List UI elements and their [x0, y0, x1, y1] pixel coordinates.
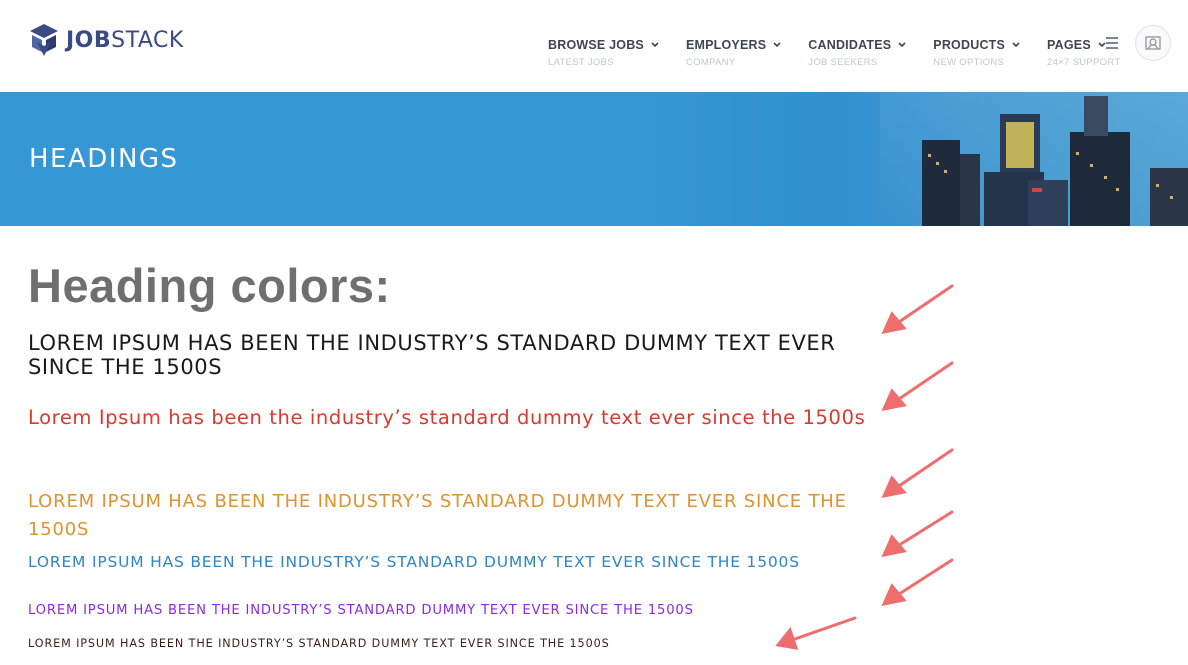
avatar[interactable]	[1135, 25, 1171, 61]
main-content: Heading colors:	[28, 262, 888, 309]
nav-label: BROWSE JOBS	[548, 38, 644, 52]
heading-sample-1: LOREM IPSUM HAS BEEN THE INDUSTRY’S STAN…	[28, 331, 836, 379]
nav-employers[interactable]: EMPLOYERS COMPANY	[686, 38, 782, 68]
nav-label: EMPLOYERS	[685, 38, 767, 52]
nav-products[interactable]: PRODUCTS NEW OPTIONS	[933, 38, 1021, 68]
nav-candidates[interactable]: CANDIDATES JOB SEEKERS	[808, 38, 907, 68]
nav-sublabel: 24×7 SUPPORT	[1047, 57, 1121, 68]
nav-sublabel: LATEST JOBS	[548, 57, 614, 68]
heading-sample-5: LOREM IPSUM HAS BEEN THE INDUSTRY’S STAN…	[28, 603, 694, 618]
nav-label: PAGES	[1047, 38, 1091, 52]
nav-sublabel: COMPANY	[685, 57, 736, 68]
nav-sublabel: NEW OPTIONS	[933, 57, 1005, 68]
chevron-down-icon	[898, 42, 906, 48]
heading-sample-2: Lorem Ipsum has been the industry’s stan…	[28, 406, 866, 429]
logo-text: JOBSTACK	[66, 27, 184, 53]
nav-label: PRODUCTS	[933, 38, 1006, 52]
nav-sublabel: JOB SEEKERS	[808, 57, 878, 68]
nav-browse-jobs[interactable]: BROWSE JOBS LATEST JOBS	[548, 38, 660, 68]
hamburger-icon[interactable]	[1106, 37, 1118, 52]
arrow-icon	[881, 284, 954, 335]
avatar-icon	[1145, 36, 1161, 50]
arrow-icon	[881, 361, 954, 412]
heading-sample-6: LOREM IPSUM HAS BEEN THE INDUSTRY’S STAN…	[28, 637, 610, 650]
page-banner: HEADINGS	[0, 92, 1188, 226]
page-title: HEADINGS	[29, 144, 179, 174]
chevron-down-icon	[651, 42, 659, 48]
main-nav: BROWSE JOBS LATEST JOBS EMPLOYERS COMPAN…	[548, 38, 1146, 68]
logo-icon	[30, 24, 58, 56]
city-skyline-image	[880, 92, 1188, 226]
arrow-icon	[881, 510, 954, 558]
heading-sample-3: LOREM IPSUM HAS BEEN THE INDUSTRY’S STAN…	[28, 491, 847, 540]
chevron-down-icon	[773, 42, 781, 48]
section-heading: Heading colors:	[28, 259, 391, 312]
heading-sample-4: LOREM IPSUM HAS BEEN THE INDUSTRY’S STAN…	[28, 553, 800, 571]
arrow-icon	[881, 558, 954, 607]
nav-label: CANDIDATES	[808, 38, 892, 52]
chevron-down-icon	[1012, 42, 1020, 48]
logo[interactable]: JOBSTACK	[28, 22, 184, 58]
site-header: JOBSTACK BROWSE JOBS LATEST JOBS EMPLOYE…	[0, 0, 1188, 92]
arrow-icon	[881, 448, 954, 499]
